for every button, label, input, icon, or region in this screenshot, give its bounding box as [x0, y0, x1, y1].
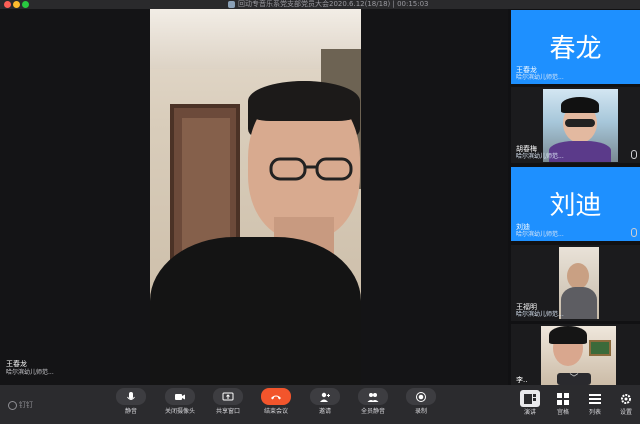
speaker-view-label: 演讲	[523, 409, 536, 416]
dingtalk-logo-icon	[8, 400, 17, 410]
settings-button[interactable]: 设置	[614, 390, 638, 422]
brand: 钉钉	[8, 400, 33, 410]
microphone-muted-icon	[631, 228, 637, 237]
list-view-icon	[585, 390, 605, 407]
gear-icon	[616, 390, 636, 407]
camera-icon	[165, 388, 195, 405]
grid-view-icon	[553, 390, 573, 407]
invite-label: 邀请	[318, 408, 331, 415]
phone-hangup-icon	[261, 388, 291, 405]
close-window-button[interactable]	[4, 1, 11, 8]
participant-org: 哈尔滨幼儿师范...	[516, 153, 564, 160]
grid-view-button[interactable]: 宫格	[551, 390, 575, 422]
list-view-label: 列表	[588, 409, 601, 416]
end-meeting-button[interactable]: 结束会议	[254, 388, 298, 422]
mute-button[interactable]: 静音	[109, 388, 153, 422]
participant-avatar-text: 春龙	[549, 34, 602, 64]
participant-video	[559, 247, 599, 319]
microphone-muted-icon	[631, 150, 637, 159]
grid-view-label: 宫格	[556, 409, 569, 416]
main-speaker-org: 哈尔滨幼儿师范...	[6, 369, 54, 376]
meeting-toolbar: 钉钉 静音 关闭摄像头 共享窗口 结束会议 邀请 全员静音 录制 演讲 宫格 列…	[0, 385, 640, 424]
mute-all-button[interactable]: 全员静音	[351, 388, 395, 422]
record-icon	[406, 388, 436, 405]
camera-toggle-button[interactable]: 关闭摄像头	[158, 388, 202, 422]
main-speaker-label: 王春龙 哈尔滨幼儿师范...	[6, 360, 54, 377]
speaker-view-button[interactable]: 演讲	[518, 390, 542, 422]
end-meeting-label: 结束会议	[263, 408, 288, 415]
participant-tile[interactable]: 春龙 王春龙 哈尔滨幼儿师范...	[511, 10, 640, 84]
participant-org: 哈尔滨幼儿师范...	[516, 311, 564, 318]
minimize-window-button[interactable]	[13, 1, 20, 8]
participant-tile[interactable]: 王福明 哈尔滨幼儿师范...	[511, 245, 640, 321]
invite-button[interactable]: 邀请	[303, 388, 347, 422]
invite-user-icon	[310, 388, 340, 405]
participant-sidebar: ︿ 春龙 王春龙 哈尔滨幼儿师范... 胡春梅 哈尔滨幼儿师范... 刘迪 刘迪…	[508, 9, 640, 385]
share-screen-button[interactable]: 共享窗口	[206, 388, 250, 422]
microphone-icon	[116, 388, 146, 405]
record-label: 录制	[414, 408, 427, 415]
zoom-window-button[interactable]	[22, 1, 29, 8]
brand-label: 钉钉	[19, 401, 33, 409]
participant-org: 哈尔滨幼儿师范...	[516, 231, 564, 238]
glasses-shape	[269, 157, 353, 181]
mute-label: 静音	[124, 408, 137, 415]
speaker-view-icon	[520, 390, 540, 407]
participant-name: 李..	[516, 376, 528, 384]
app-icon	[228, 1, 235, 8]
chevron-down-icon[interactable]: ﹀	[557, 373, 591, 385]
participant-org: 哈尔滨幼儿师范...	[516, 74, 564, 81]
participant-tile[interactable]: 刘迪 刘迪 哈尔滨幼儿师范...	[511, 167, 640, 241]
participant-avatar-text: 刘迪	[549, 191, 602, 221]
speaker-video-frame	[150, 9, 361, 385]
main-speaker-video[interactable]: 王春龙 哈尔滨幼儿师范...	[0, 9, 508, 385]
camera-label: 关闭摄像头	[164, 408, 195, 415]
list-view-button[interactable]: 列表	[583, 390, 607, 422]
main-speaker-name: 王春龙	[6, 360, 27, 368]
participant-video	[543, 89, 618, 162]
screen-share-icon	[213, 388, 243, 405]
window-title: 回动专音乐系党支部党员大会2020.6.12(18/18) | 00:15:03	[238, 0, 429, 8]
title-bar: 回动专音乐系党支部党员大会2020.6.12(18/18) | 00:15:03	[0, 0, 640, 9]
record-button[interactable]: 录制	[399, 388, 443, 422]
settings-label: 设置	[619, 409, 632, 416]
mute-all-icon	[358, 388, 388, 405]
mute-all-label: 全员静音	[360, 408, 385, 415]
participant-tile[interactable]: 胡春梅 哈尔滨幼儿师范...	[511, 87, 640, 163]
meeting-app: 回动专音乐系党支部党员大会2020.6.12(18/18) | 00:15:03…	[0, 0, 640, 424]
share-label: 共享窗口	[215, 408, 240, 415]
